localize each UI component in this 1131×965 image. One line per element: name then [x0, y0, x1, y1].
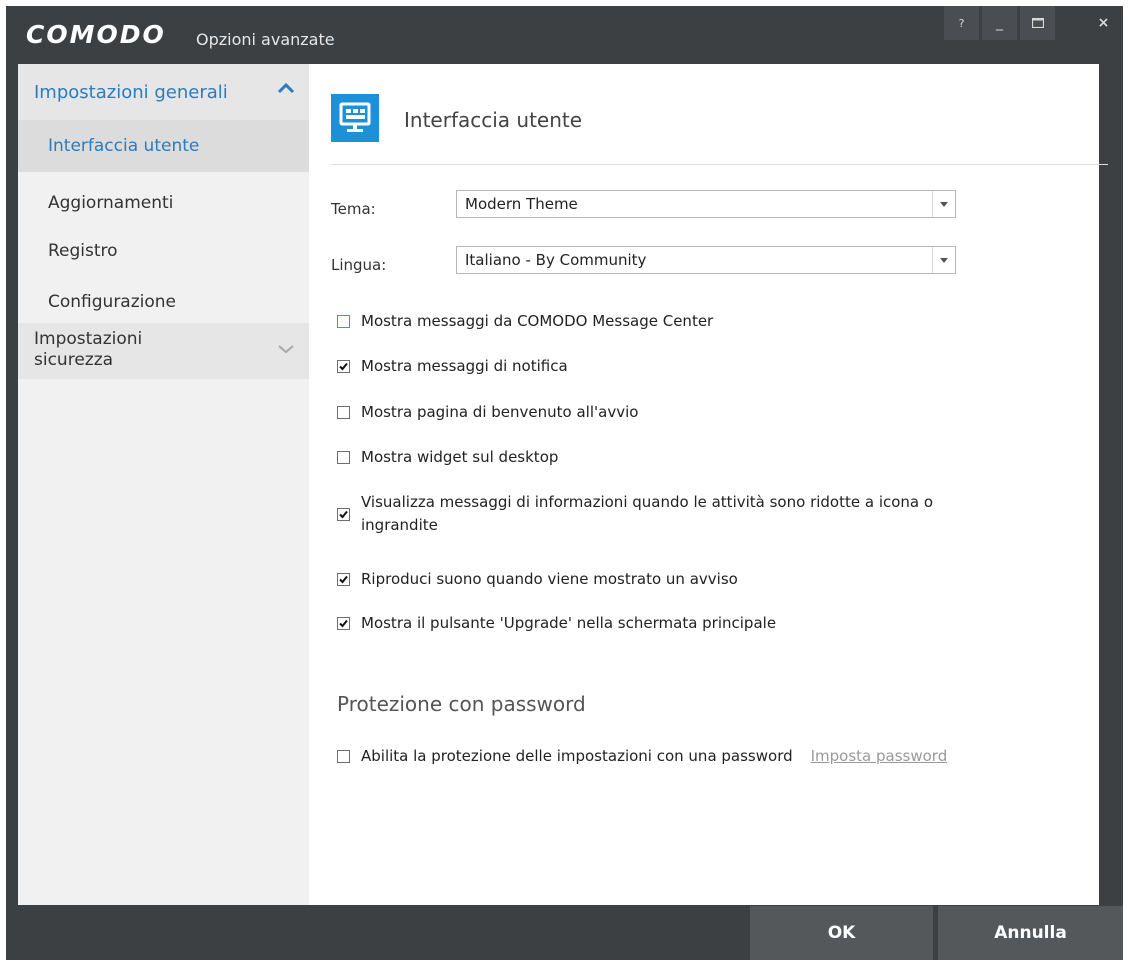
password-heading: Protezione con password [337, 692, 586, 716]
dropdown-arrow-icon [932, 247, 955, 273]
sidebar-item-registro[interactable]: Registro [18, 225, 309, 277]
window-title: Opzioni avanzate [196, 30, 335, 49]
checkbox-row-info-messages[interactable]: Visualizza messaggi di informazioni quan… [337, 491, 933, 537]
checkbox-row-sound-alert[interactable]: Riproduci suono quando viene mostrato un… [337, 568, 738, 591]
chevron-down-icon [278, 345, 294, 354]
set-password-link[interactable]: Imposta password [811, 745, 948, 768]
checkbox-sound-alert[interactable] [337, 573, 350, 586]
help-button[interactable]: ? [944, 6, 979, 40]
chevron-up-icon [277, 82, 295, 94]
checkbox-desktop-widget[interactable] [337, 451, 350, 464]
checkbox-row-welcome-page[interactable]: Mostra pagina di benvenuto all'avvio [337, 401, 638, 424]
sidebar: Impostazioni generali Interfaccia utente… [18, 64, 309, 905]
sidebar-item-configurazione[interactable]: Configurazione [18, 276, 309, 328]
checkmark-icon [339, 362, 348, 371]
maximize-button[interactable] [1020, 6, 1055, 40]
monitor-icon [331, 94, 379, 142]
section-title: Interfaccia utente [404, 108, 583, 132]
checkbox-label-line-1: Visualizza messaggi di informazioni quan… [361, 493, 934, 511]
checkbox-row-desktop-widget[interactable]: Mostra widget sul desktop [337, 446, 558, 469]
sidebar-item-label: Configurazione [48, 292, 177, 312]
checkbox-label: Abilita la protezione delle impostazioni… [361, 747, 793, 765]
section-divider [331, 164, 1108, 165]
minimize-button[interactable]: _ [982, 6, 1017, 40]
checkbox-row-message-center[interactable]: Mostra messaggi da COMODO Message Center [337, 310, 713, 333]
checkbox-label: Mostra widget sul desktop [361, 448, 559, 466]
close-button[interactable]: × [1084, 6, 1123, 40]
sidebar-category-security-label: Impostazioni sicurezza [34, 329, 234, 371]
theme-select-value: Modern Theme [465, 195, 578, 213]
checkbox-label: Mostra il pulsante 'Upgrade' nella scher… [361, 614, 777, 632]
checkbox-label: Visualizza messaggi di informazioni quan… [361, 491, 933, 537]
sidebar-category-general[interactable]: Impostazioni generali [18, 64, 309, 120]
cancel-button[interactable]: Annulla [938, 906, 1123, 960]
sidebar-item-label: Interfaccia utente [48, 136, 200, 156]
security-label-line-2: sicurezza [34, 350, 114, 370]
sidebar-item-aggiornamenti[interactable]: Aggiornamenti [18, 177, 309, 229]
checkbox-message-center[interactable] [337, 315, 350, 328]
language-select[interactable]: Italiano - By Community [456, 246, 956, 274]
maximize-icon [1031, 18, 1044, 28]
checkbox-label-line-2: ingrandite [361, 516, 438, 534]
advanced-options-window: COMODO Opzioni avanzate ? _ × Impostazio… [6, 6, 1123, 960]
sidebar-item-label: Registro [48, 241, 118, 261]
sidebar-item-interfaccia-utente[interactable]: Interfaccia utente [18, 120, 309, 172]
dropdown-arrow-icon [932, 191, 955, 217]
sidebar-category-security[interactable]: Impostazioni sicurezza [18, 323, 309, 379]
checkbox-label: Mostra messaggi da COMODO Message Center [361, 312, 714, 330]
language-select-value: Italiano - By Community [465, 251, 647, 269]
security-label-line-1: Impostazioni [34, 329, 143, 349]
settings-panel: Interfaccia utente Tema: Modern Theme Li… [309, 64, 1108, 905]
comodo-logo: COMODO [26, 20, 166, 49]
checkbox-welcome-page[interactable] [337, 406, 350, 419]
checkmark-icon [339, 575, 348, 584]
checkbox-row-password-protection[interactable]: Abilita la protezione delle impostazioni… [337, 745, 947, 768]
checkbox-row-notifications[interactable]: Mostra messaggi di notifica [337, 355, 568, 378]
theme-select[interactable]: Modern Theme [456, 190, 956, 218]
footer-bar: OK Annulla [6, 905, 1123, 960]
checkbox-upgrade-button[interactable] [337, 617, 350, 630]
checkbox-password-protection[interactable] [337, 750, 350, 763]
sidebar-item-label: Aggiornamenti [48, 193, 174, 213]
checkbox-notifications[interactable] [337, 360, 350, 373]
checkbox-row-upgrade-button[interactable]: Mostra il pulsante 'Upgrade' nella scher… [337, 612, 776, 635]
language-label: Lingua: [331, 256, 387, 274]
checkmark-icon [339, 510, 348, 518]
title-bar: COMODO Opzioni avanzate ? _ × [6, 6, 1123, 64]
sidebar-category-general-label: Impostazioni generali [34, 82, 228, 103]
checkbox-info-messages[interactable] [337, 507, 350, 521]
checkbox-label: Mostra pagina di benvenuto all'avvio [361, 403, 639, 421]
checkmark-icon [339, 619, 348, 628]
checkbox-label: Riproduci suono quando viene mostrato un… [361, 570, 738, 588]
ok-button[interactable]: OK [750, 906, 933, 960]
checkbox-label: Mostra messaggi di notifica [361, 357, 568, 375]
theme-label: Tema: [331, 200, 376, 218]
